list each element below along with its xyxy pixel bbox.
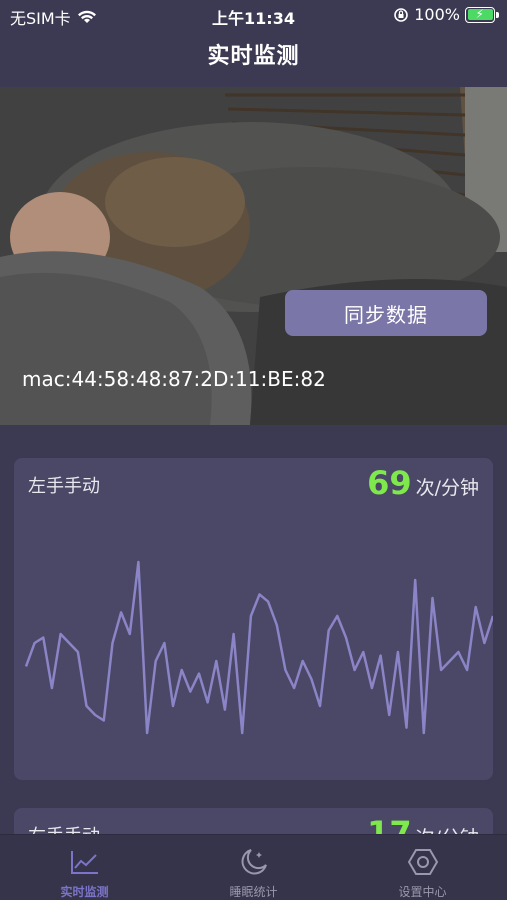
tab-label: 实时监测: [60, 885, 109, 899]
heart-rate-chart: [24, 560, 493, 735]
series-line: [24, 560, 493, 735]
status-bar: 无SIM卡 上午11:34 100% ⚡: [0, 0, 507, 30]
tab-label: 设置中心: [398, 885, 447, 899]
tab-bar: 实时监测 睡眠统计 设置中心: [0, 834, 507, 900]
orientation-lock-icon: [394, 7, 409, 22]
tab-sleep[interactable]: 睡眠统计: [169, 835, 338, 900]
sync-data-button[interactable]: 同步数据: [285, 290, 487, 336]
card-value: 69 次/分钟: [367, 464, 479, 502]
battery-percent: 100%: [414, 5, 460, 24]
card-label: 左手手动: [28, 476, 100, 497]
mac-address: mac:44:58:48:87:2D:11:BE:82: [22, 367, 326, 391]
moon-icon: [237, 845, 271, 879]
hero-image: 同步数据 mac:44:58:48:87:2D:11:BE:82: [0, 87, 507, 425]
tab-settings[interactable]: 设置中心: [338, 835, 507, 900]
hexagon-settings-icon: [406, 845, 440, 879]
tab-label: 睡眠统计: [229, 885, 278, 899]
rate-number: 69: [367, 464, 412, 502]
left-hand-card: 左手手动 69 次/分钟: [14, 458, 493, 780]
chart-line-icon: [68, 845, 102, 879]
page-title: 实时监测: [207, 44, 300, 69]
rate-unit: 次/分钟: [415, 477, 479, 499]
tab-realtime[interactable]: 实时监测: [0, 835, 169, 900]
battery-icon: ⚡: [465, 6, 499, 23]
status-right: 100% ⚡: [393, 5, 499, 24]
